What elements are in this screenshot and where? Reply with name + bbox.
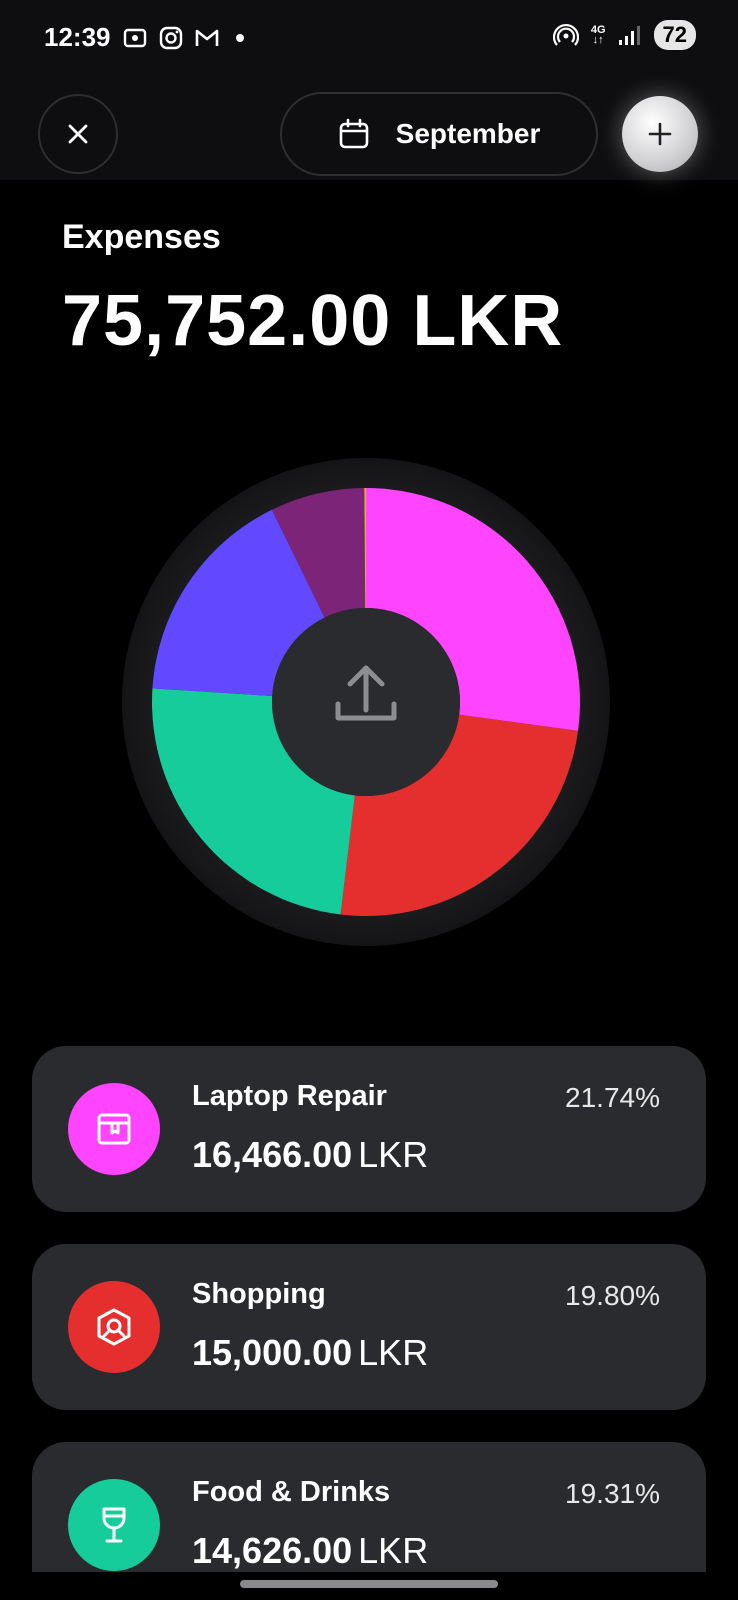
category-name: Food & Drinks	[192, 1476, 391, 1508]
category-currency: LKR	[358, 1332, 429, 1373]
signal-icon	[618, 26, 640, 45]
month-label: September	[395, 118, 541, 149]
category-amount: 16,466.00 LKR	[192, 1134, 428, 1176]
close-icon	[68, 124, 88, 144]
category-card-food-drinks[interactable]: Food & Drinks 14,626.00 LKR 19.31%	[32, 1442, 706, 1572]
category-card-shopping[interactable]: Shopping 15,000.00 LKR 19.80%	[32, 1244, 706, 1410]
category-name: Laptop Repair	[192, 1080, 387, 1112]
home-indicator[interactable]	[240, 1580, 498, 1588]
category-icon-wrap	[68, 1281, 160, 1373]
category-percent: 21.74%	[565, 1082, 660, 1113]
expenses-total: 75,752.00 LKR	[62, 281, 564, 361]
category-name: Shopping	[192, 1278, 326, 1310]
plus-icon	[648, 122, 672, 146]
status-bar: 12:39 4G ↓↑ 72	[0, 0, 738, 78]
network-type: 4G ↓↑	[590, 24, 606, 46]
system-icons: 4G ↓↑ 72	[552, 20, 696, 50]
category-amount-value: 14,626.00	[192, 1530, 353, 1571]
wine-glass-icon	[102, 1507, 126, 1543]
category-amount: 15,000.00 LKR	[192, 1332, 428, 1374]
expense-donut-chart	[120, 456, 612, 948]
gmail-icon	[195, 29, 219, 46]
category-currency: LKR	[358, 1134, 429, 1175]
more-notifications-dot	[236, 34, 244, 42]
notification-icons	[122, 25, 244, 51]
close-button[interactable]	[38, 94, 118, 174]
expenses-label: Expenses	[62, 218, 221, 256]
battery-level: 72	[653, 20, 696, 50]
category-icon-wrap	[68, 1083, 160, 1175]
category-amount-value: 15,000.00	[192, 1332, 353, 1373]
category-amount: 14,626.00 LKR	[192, 1530, 428, 1572]
category-currency: LKR	[358, 1530, 429, 1571]
top-bar: September	[0, 78, 738, 180]
category-card-laptop-repair[interactable]: Laptop Repair 16,466.00 LKR 21.74%	[32, 1046, 706, 1212]
hotspot-icon	[552, 23, 579, 46]
category-percent: 19.31%	[565, 1478, 660, 1509]
box-icon	[97, 1113, 131, 1145]
month-selector[interactable]: September	[280, 92, 598, 176]
shopping-icon	[97, 1308, 131, 1346]
category-amount-value: 16,466.00	[192, 1134, 353, 1175]
screenshot-icon	[123, 28, 147, 48]
add-button[interactable]	[622, 96, 698, 172]
upload-button[interactable]	[272, 608, 460, 796]
status-time: 12:39	[44, 22, 111, 52]
donut-svg	[122, 458, 610, 946]
category-percent: 19.80%	[565, 1280, 660, 1311]
category-icon-wrap	[68, 1479, 160, 1571]
calendar-icon	[339, 118, 368, 149]
instagram-icon	[159, 26, 183, 50]
